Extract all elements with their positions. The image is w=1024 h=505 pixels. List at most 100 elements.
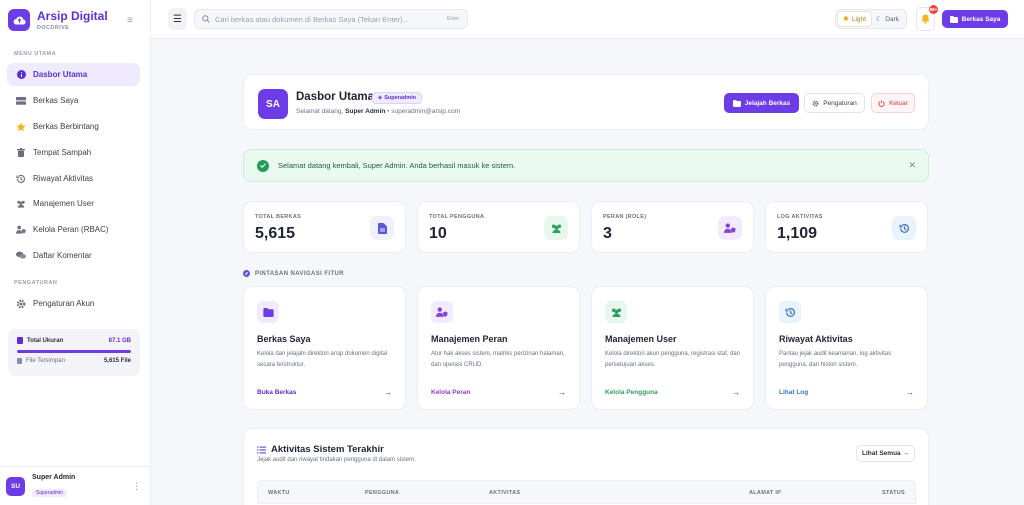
logout-label: Keluar xyxy=(889,99,908,107)
star-icon xyxy=(16,122,26,132)
users-icon xyxy=(16,199,26,209)
column-header-user[interactable]: PENGGUNA xyxy=(365,490,399,496)
theme-light-label: Light xyxy=(851,15,866,23)
shortcut-description: Kelola dan jelajahi direktori arsip doku… xyxy=(257,351,388,368)
arrow-right-icon[interactable]: → xyxy=(906,388,914,397)
topbar: ☰ Enter ✺Light ☾Dark 99+ Berkas Saya xyxy=(151,0,1024,39)
shortcuts-title: PINTASAN NAVIGASI FITUR xyxy=(255,270,344,277)
sidebar-item-label: Dasbor Utama xyxy=(33,70,88,79)
shortcut-link[interactable]: Kelola Pengguna xyxy=(605,389,658,396)
notification-button[interactable]: 99+ xyxy=(916,5,938,31)
storage-value: 87.1 GB xyxy=(108,337,131,344)
sidebar-item-label: Berkas Saya xyxy=(33,96,79,105)
arrow-right-icon[interactable]: → xyxy=(732,388,740,397)
sidebar-item-account-settings[interactable]: Pengaturan Akun xyxy=(7,292,140,315)
sidebar-item-trash[interactable]: Tempat Sampah xyxy=(7,141,140,164)
trash-icon xyxy=(16,148,26,158)
user-shield-icon xyxy=(16,225,26,235)
section-label-settings: PENGATURAN xyxy=(14,280,58,286)
more-vertical-icon[interactable]: ⋮ xyxy=(132,482,141,491)
greeting-name: Super Admin xyxy=(345,108,386,115)
power-icon xyxy=(878,99,885,107)
shortcut-link[interactable]: Kelola Peran xyxy=(431,389,470,396)
logout-button[interactable]: Keluar xyxy=(871,93,915,113)
arrow-right-icon[interactable]: → xyxy=(384,388,392,397)
role-badge: ◈ Superadmin xyxy=(372,92,423,104)
history-icon xyxy=(892,216,916,240)
shortcut-card-activity[interactable]: Riwayat Aktivitas Pantau jejak audit kea… xyxy=(765,286,928,410)
drive-icon xyxy=(16,96,26,106)
success-alert: Selamat datang kembali, Super Admin. And… xyxy=(243,149,929,182)
brand-subtitle: DOCDRIVE xyxy=(37,24,70,31)
sidebar-item-my-files[interactable]: Berkas Saya xyxy=(7,89,140,112)
gear-icon xyxy=(812,99,819,107)
search-box[interactable]: Enter xyxy=(194,9,468,29)
role-badge-label: Superadmin xyxy=(384,95,417,101)
sidebar: Arsip Digital DOCDRIVE ≡ MENU UTAMA Dasb… xyxy=(0,0,151,505)
shortcut-link[interactable]: Lihat Log xyxy=(779,389,808,396)
my-files-button[interactable]: Berkas Saya xyxy=(942,10,1008,28)
section-label-main: MENU UTAMA xyxy=(14,51,57,57)
shortcut-title: Manajemen User xyxy=(605,334,677,344)
file-icon xyxy=(370,216,394,240)
sidebar-item-starred[interactable]: Berkas Berbintang xyxy=(7,115,140,138)
user-panel[interactable]: SU Super Admin Superadmin ⋮ xyxy=(0,466,151,505)
close-icon[interactable]: ✕ xyxy=(908,161,916,170)
shortcuts-heading: PINTASAN NAVIGASI FITUR xyxy=(243,270,344,277)
alert-text: Selamat datang kembali, Super Admin. And… xyxy=(278,161,516,170)
folder-open-icon xyxy=(257,301,279,323)
brand-title: Arsip Digital xyxy=(37,8,108,23)
search-hint: Enter xyxy=(447,16,459,22)
view-all-button[interactable]: Lihat Semua → xyxy=(856,445,915,462)
user-role-badge: Superadmin xyxy=(32,488,67,497)
shortcut-title: Riwayat Aktivitas xyxy=(779,334,853,344)
info-circle-icon xyxy=(16,70,26,80)
explore-files-label: Jelajah Berkas xyxy=(744,99,791,107)
theme-light-button[interactable]: ✺ Light xyxy=(838,12,871,26)
search-input[interactable] xyxy=(215,14,435,24)
theme-dark-label: Dark xyxy=(885,15,899,23)
settings-button[interactable]: Pengaturan xyxy=(804,93,865,113)
sidebar-item-dashboard[interactable]: Dasbor Utama xyxy=(7,63,140,86)
recent-activity-card: Aktivitas Sistem Terakhir Jejak audit da… xyxy=(243,428,929,505)
brand[interactable]: Arsip Digital DOCDRIVE xyxy=(8,9,108,31)
storage-progress-bar xyxy=(17,350,131,353)
page-title: Dasbor Utama xyxy=(296,91,374,103)
shortcut-card-roles[interactable]: Manajemen Peran Atur hak akses sistem, m… xyxy=(417,286,580,410)
theme-dark-button[interactable]: ☾ Dark xyxy=(871,12,904,26)
activity-title: Aktivitas Sistem Terakhir xyxy=(257,444,384,455)
stat-card-users: TOTAL PENGGUNA 10 xyxy=(417,201,580,253)
storage-progress-fill xyxy=(17,350,131,353)
shortcut-title: Berkas Saya xyxy=(257,334,311,344)
stat-card-roles: PERAN (ROLE) 3 xyxy=(591,201,754,253)
menu-toggle-button[interactable]: ☰ xyxy=(168,8,187,30)
history-icon xyxy=(16,174,26,184)
shortcut-card-users[interactable]: Manajemen User Kelola direktori akun pen… xyxy=(591,286,754,410)
shortcut-description: Pantau jejak audit keamanan, log aktivit… xyxy=(779,351,892,368)
comments-icon xyxy=(16,251,26,261)
folder-open-icon xyxy=(949,15,958,23)
arrow-right-icon[interactable]: → xyxy=(558,388,566,397)
column-header-status[interactable]: STATUS xyxy=(882,490,905,496)
greeting-email: • superadmin@arsip.com xyxy=(385,108,460,115)
column-header-ip[interactable]: ALAMAT IP xyxy=(749,490,781,496)
sidebar-item-comments[interactable]: Daftar Komentar xyxy=(7,244,140,267)
stat-value: 3 xyxy=(603,225,612,242)
shortcut-card-my-files[interactable]: Berkas Saya Kelola dan jelajahi direktor… xyxy=(243,286,406,410)
folder-open-icon xyxy=(732,99,741,107)
sidebar-item-users[interactable]: Manajemen User xyxy=(7,192,140,215)
collapse-sidebar-icon[interactable]: ≡ xyxy=(124,16,136,26)
column-header-activity[interactable]: AKTIVITAS xyxy=(489,490,520,496)
stat-card-activity-log: LOG AKTIVITAS 1,109 xyxy=(765,201,928,253)
activity-subtitle: Jejak audit dan riwayat tindakan penggun… xyxy=(257,457,416,463)
shortcut-title: Manajemen Peran xyxy=(431,334,508,344)
theme-toggle[interactable]: ✺ Light ☾ Dark xyxy=(835,9,907,29)
explore-files-button[interactable]: Jelajah Berkas xyxy=(724,93,799,113)
column-header-time[interactable]: WAKTU xyxy=(268,490,290,496)
storage-label: Total Ukuran xyxy=(27,337,64,344)
sidebar-item-rbac[interactable]: Kelola Peran (RBAC) xyxy=(7,218,140,241)
stat-value: 1,109 xyxy=(777,225,818,242)
sidebar-item-activity[interactable]: Riwayat Aktivitas xyxy=(7,167,140,190)
avatar: SA xyxy=(258,89,288,119)
shortcut-link[interactable]: Buka Berkas xyxy=(257,389,296,396)
